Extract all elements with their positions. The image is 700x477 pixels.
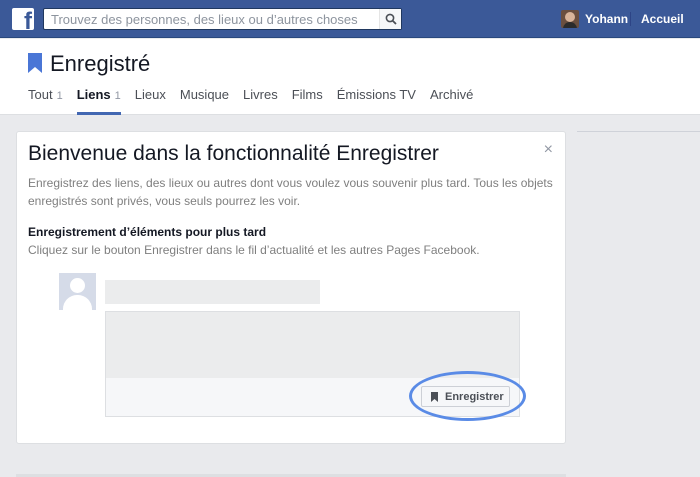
tab-archive[interactable]: Archivé — [430, 87, 473, 115]
card-title: Bienvenue dans la fonctionnalité Enregis… — [28, 142, 439, 165]
search-button[interactable] — [379, 9, 401, 29]
search-icon — [385, 13, 397, 25]
tab-livres[interactable]: Livres — [243, 87, 278, 115]
tab-lieux[interactable]: Lieux — [135, 87, 166, 115]
profile-link[interactable]: Yohann — [561, 9, 628, 29]
avatar — [561, 10, 579, 28]
bookmark-icon — [28, 53, 42, 73]
top-navigation-bar: f Yohann Accueil — [0, 0, 700, 38]
search-box — [43, 8, 402, 30]
save-button-label: Enregistrer — [445, 390, 504, 403]
card-description: Enregistrez des liens, des lieux ou autr… — [28, 176, 553, 208]
search-input[interactable] — [44, 9, 379, 29]
profile-name: Yohann — [585, 12, 629, 26]
right-column-divider — [577, 131, 700, 132]
home-link[interactable]: Accueil — [641, 12, 684, 26]
tab-liens[interactable]: Liens 1 — [76, 87, 121, 115]
tab-tout[interactable]: Tout 1 — [28, 87, 63, 115]
illustration-name-bar — [105, 280, 320, 304]
tab-emissions-tv[interactable]: Émissions TV — [337, 87, 416, 115]
tab-films[interactable]: Films — [292, 87, 323, 115]
illustration-post-content — [106, 312, 519, 378]
bookmark-icon — [431, 391, 438, 402]
nav-divider — [630, 12, 631, 26]
page-title: Enregistré — [50, 51, 151, 76]
tab-count: 1 — [56, 90, 63, 102]
save-button[interactable]: Enregistrer — [421, 386, 510, 407]
illustration-post: Enregistrer — [105, 311, 526, 421]
welcome-card: × Bienvenue dans la fonctionnalité Enreg… — [16, 131, 566, 444]
close-icon[interactable]: × — [544, 141, 553, 159]
tab-count: 1 — [114, 90, 121, 102]
page-header: Enregistré Tout 1 Liens 1 Lieux Musique Li… — [0, 39, 700, 115]
facebook-logo-icon[interactable]: f — [12, 8, 34, 30]
section-description: Cliquez sur le bouton Enregistrer dans l… — [28, 243, 480, 257]
saved-tabs: Tout 1 Liens 1 Lieux Musique Livres Films … — [28, 87, 487, 115]
avatar-placeholder-icon — [59, 273, 96, 310]
section-title: Enregistrement d’éléments pour plus tard — [28, 225, 267, 239]
tab-musique[interactable]: Musique — [180, 87, 229, 115]
